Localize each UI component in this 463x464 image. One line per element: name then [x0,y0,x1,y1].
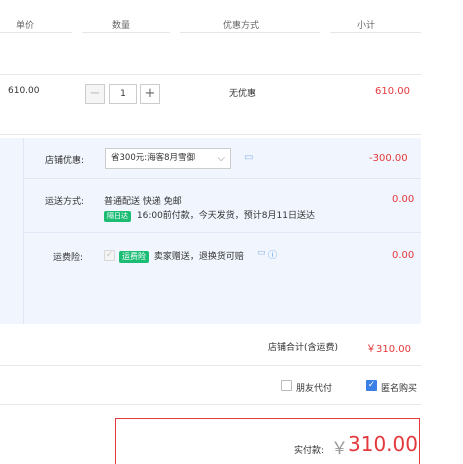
payment-total: 310.00 [348,432,418,456]
header-divider [0,32,421,33]
row-divider [0,404,421,405]
shop-discount-select[interactable]: 省300元:海客8月雪御 ⌵ [105,148,231,169]
quantity-decrease-button[interactable]: − [85,84,105,104]
item-subtotal: 610.00 [375,86,410,97]
friend-pay-checkbox[interactable] [281,380,292,391]
row-divider [0,365,421,366]
anonymous-label: 匿名购买 [381,384,418,394]
shipping-detail: 16:00前付款，今天发货，预计8月11日送达 [136,211,315,221]
shipping-label: 运送方式: [45,197,85,207]
panel-divider [24,232,421,233]
item-discount: 无优惠 [229,89,257,99]
unit-price: 610.00 [8,86,40,96]
payment-currency: ￥ [331,439,348,459]
header-gap [170,32,180,33]
header-gap [320,32,330,33]
row-divider [0,134,421,135]
shop-discount-selected: 省300元:海客8月雪御 [111,153,195,163]
col-header-qty: 数量 [112,21,131,31]
panel-divider [23,138,24,324]
order-confirmation: 单价 数量 优惠方式 小计 610.00 − 1 + 无优惠 610.00 店铺… [0,0,463,464]
shop-total-value: ￥310.00 [366,344,411,355]
help-icon[interactable]: ⓘ [268,248,277,261]
shop-total-label: 店铺合计(含运费) [268,343,339,353]
anonymous-checkbox[interactable]: ✓ [366,380,377,391]
col-header-subtotal: 小计 [357,21,376,31]
insurance-checkbox: ✓ [104,250,115,261]
col-header-discount: 优惠方式 [223,21,260,31]
shipping-method: 普通配送 快递 免邮 [104,197,182,207]
header-gap [72,32,82,33]
chat-icon[interactable]: ▭ [244,152,253,163]
chevron-down-icon: ⌵ [217,153,225,164]
insurance-label: 运费险: [53,253,84,263]
next-day-badge: 隔日达 [104,211,131,222]
shipping-detail-line: 隔日达 16:00前付款，今天发货，预计8月11日送达 [104,208,315,222]
col-header-price: 单价 [16,21,35,31]
panel-divider [24,178,421,179]
insurance-amount: 0.00 [392,250,415,261]
insurance-text: 卖家赠送，退换货可赔 [153,252,244,262]
shop-discount-amount: -300.00 [369,153,408,164]
shop-discount-label: 店铺优惠: [45,156,85,166]
shipping-amount: 0.00 [392,194,415,205]
quantity-increase-button[interactable]: + [140,84,160,104]
row-divider [0,74,421,75]
chat-icon[interactable]: ▭ [257,248,266,258]
insurance-badge: 运费险 [119,251,149,263]
payment-label: 实付款: [294,446,325,456]
quantity-input[interactable]: 1 [109,84,137,104]
insurance-line: 运费险 卖家赠送，退换货可赔 [119,249,244,263]
quantity-stepper: − 1 + [85,84,161,104]
friend-pay-label: 朋友代付 [296,384,333,394]
